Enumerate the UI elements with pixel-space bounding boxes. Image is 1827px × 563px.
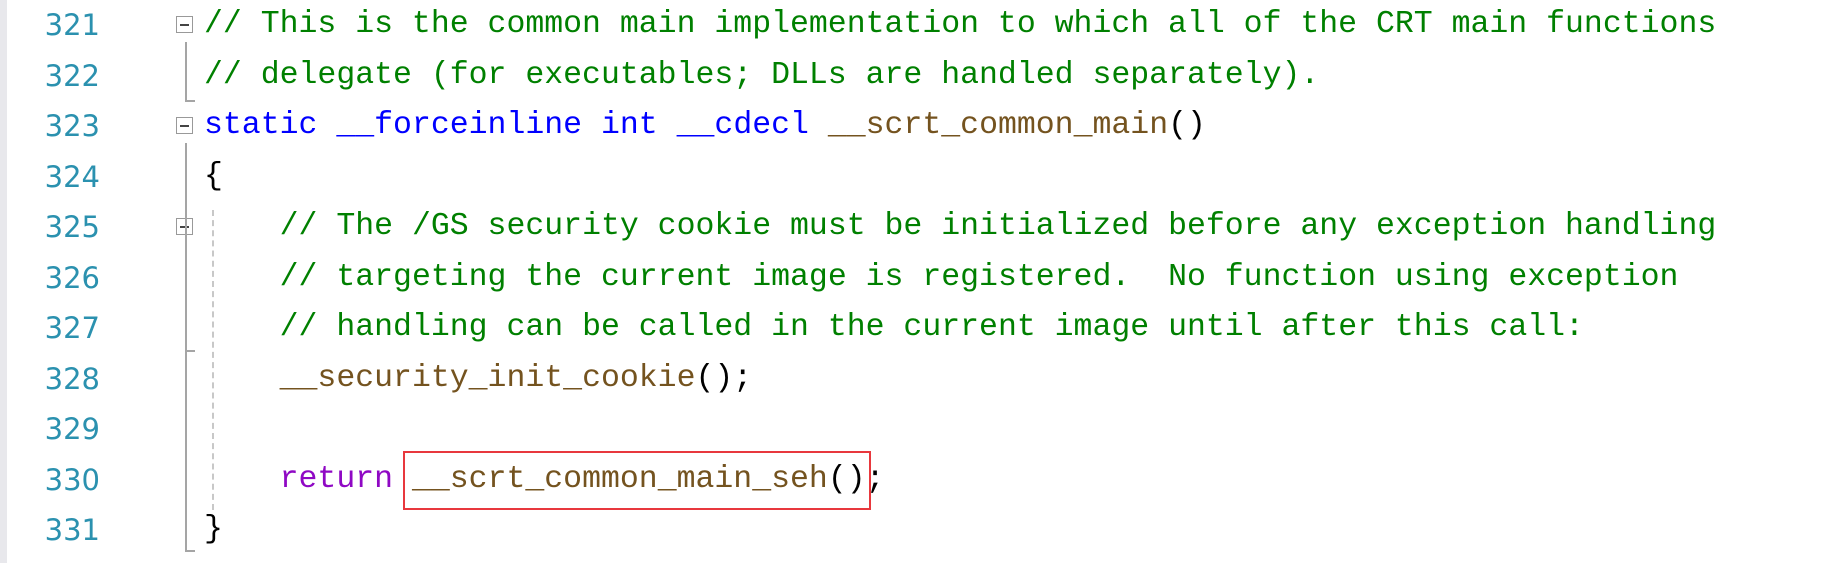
keyword-token: int [600, 108, 658, 143]
code-line[interactable]: 324 { [0, 152, 1827, 202]
code-line[interactable]: 328 __security_init_cookie(); [0, 354, 1827, 404]
plain-token: (); [695, 360, 753, 396]
fold-guide [185, 143, 187, 552]
code-line[interactable]: 321 // This is the common main implementa… [0, 0, 1827, 50]
line-number: 326 [44, 260, 100, 295]
keyword-token: __forceinline [336, 108, 583, 143]
line-number: 321 [44, 8, 100, 42]
code-line[interactable]: 331} [0, 505, 1827, 555]
code-text: // targeting the current image is regist… [204, 253, 1679, 303]
fold-guide-end [185, 100, 195, 102]
highlight-box [403, 451, 871, 510]
fold-guide [185, 42, 187, 102]
line-number: 323 [44, 109, 100, 143]
collapse-icon[interactable] [176, 117, 193, 134]
code-line[interactable]: 322 // delegate (for executables; DLLs ar… [0, 51, 1827, 101]
line-number: 325 [44, 210, 100, 244]
line-number: 328 [44, 361, 100, 396]
code-line[interactable]: 327 // handling can be called in the cur… [0, 303, 1827, 353]
code-text: // This is the common main implementatio… [204, 0, 1716, 50]
code-line[interactable]: 329 [0, 404, 1827, 454]
function-token: __security_init_cookie [279, 360, 696, 396]
code-text: // The /GS security cookie must be initi… [204, 202, 1717, 252]
comment-token: // The /GS security cookie must be initi… [279, 209, 1717, 244]
code-text: // handling can be called in the current… [204, 303, 1584, 353]
comment-token: // delegate (for executables; DLLs are h… [204, 57, 1320, 93]
indent-guide [212, 210, 214, 510]
code-text: __security_init_cookie(); [204, 354, 753, 404]
line-number: 322 [44, 58, 100, 93]
code-line[interactable]: 325 // The /GS security cookie must be i… [0, 202, 1827, 252]
line-number: 324 [44, 159, 100, 194]
comment-token: // targeting the current image is regist… [279, 259, 1679, 295]
code-text: // delegate (for executables; DLLs are h… [204, 51, 1319, 101]
line-number: 330 [44, 462, 100, 497]
code-line[interactable]: 330 return __scrt_common_main_seh(); [0, 455, 1827, 505]
fold-guide-end [185, 550, 195, 552]
line-number: 331 [44, 513, 100, 547]
line-number: 329 [44, 412, 100, 446]
line-number: 327 [44, 311, 100, 345]
function-token: __scrt_common_main [827, 108, 1169, 143]
collapse-icon[interactable] [176, 16, 193, 33]
code-text: } [204, 505, 223, 555]
fold-guide-end [185, 350, 195, 352]
plain-token: } [204, 512, 223, 547]
code-text: static __forceinline int __cdecl __scrt_… [204, 101, 1206, 151]
comment-token: // handling can be called in the current… [279, 310, 1584, 345]
code-text: { [204, 152, 223, 202]
code-editor[interactable]: 321 // This is the common main implementa… [0, 0, 1827, 563]
control-token: return [279, 461, 394, 497]
plain-token: { [204, 158, 223, 194]
code-line[interactable]: 323 static __forceinline int __cdecl __sc… [0, 101, 1827, 151]
code-line[interactable]: 326 // targeting the current image is re… [0, 253, 1827, 303]
keyword-token: __cdecl [676, 108, 809, 143]
keyword-token: static [204, 108, 318, 143]
plain-token: () [1168, 108, 1206, 143]
comment-token: // This is the common main implementatio… [204, 7, 1717, 42]
